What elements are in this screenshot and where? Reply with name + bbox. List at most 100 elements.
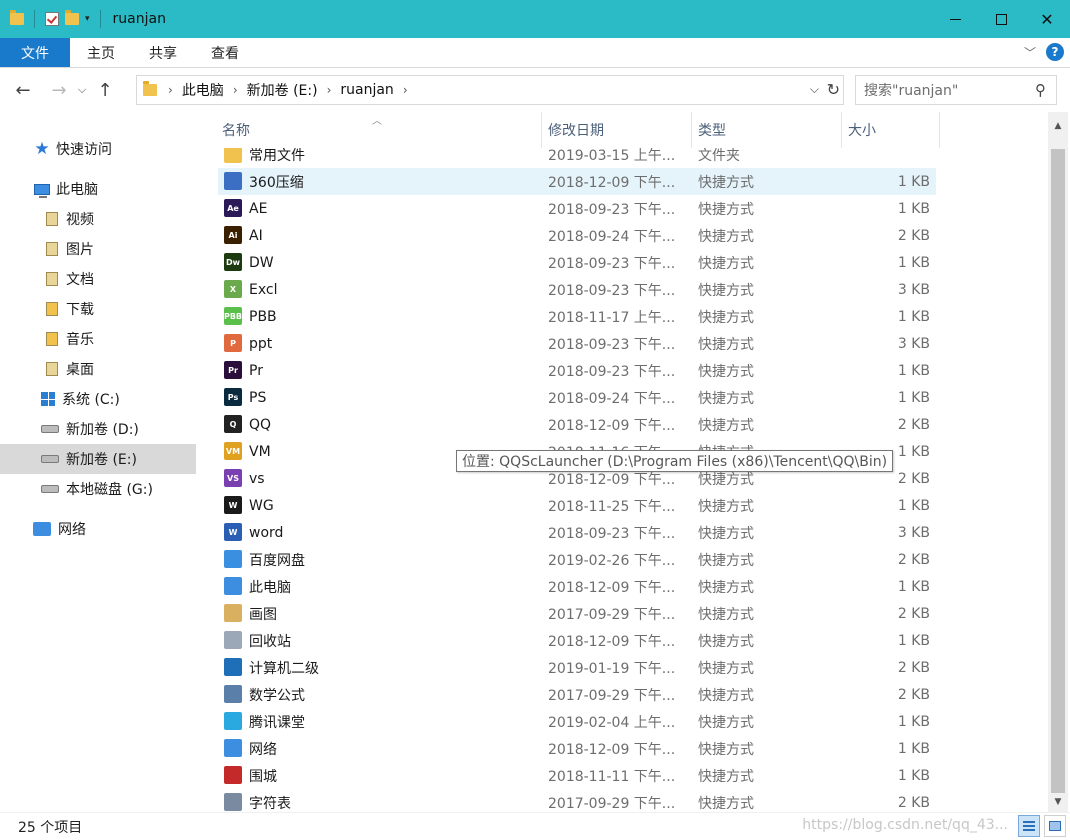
file-type: 快捷方式 [698, 795, 754, 812]
vertical-scrollbar[interactable]: ▲ ▼ [1048, 112, 1068, 812]
nav-quick-access[interactable]: ★ 快速访问 [0, 134, 196, 164]
tab-file[interactable]: 文件 [0, 38, 70, 67]
file-row[interactable]: Wword 2018-09-23 下午... 快捷方式 3 KB [218, 519, 936, 546]
folder-icon [143, 81, 157, 96]
nav-pictures[interactable]: 图片 [0, 234, 196, 264]
file-type: 快捷方式 [698, 498, 754, 515]
address-bar[interactable]: › 此电脑 › 新加卷 (E:) › ruanjan › ⌵ ↻ [136, 75, 844, 105]
nav-drive-e[interactable]: 新加卷 (E:) [0, 444, 196, 474]
file-date: 2019-02-04 上午... [548, 714, 676, 731]
breadcrumb-separator-icon[interactable]: › [322, 83, 337, 97]
breadcrumb-separator-icon[interactable]: › [163, 83, 178, 97]
refresh-icon[interactable]: ↻ [827, 80, 840, 99]
file-size: 3 KB [897, 335, 930, 352]
column-type[interactable]: 类型 [692, 112, 842, 148]
file-size: 1 KB [897, 632, 930, 649]
star-icon: ★ [34, 139, 50, 159]
ai-icon: Ai [224, 226, 242, 244]
recent-locations-button[interactable]: ⌵ [72, 75, 92, 105]
file-row[interactable]: 此电脑 2018-12-09 下午... 快捷方式 1 KB [218, 573, 936, 600]
breadcrumb-this-pc[interactable]: 此电脑 [178, 80, 228, 100]
file-row[interactable]: 数学公式 2017-09-29 下午... 快捷方式 2 KB [218, 681, 936, 708]
file-row[interactable]: 360压缩 2018-12-09 下午... 快捷方式 1 KB [218, 168, 936, 195]
file-row[interactable]: X Excl 2018-09-23 下午... 快捷方式 3 KB [218, 276, 936, 303]
minimize-button[interactable] [932, 0, 978, 38]
nav-music[interactable]: 音乐 [0, 324, 196, 354]
close-button[interactable]: ✕ [1024, 0, 1070, 38]
scroll-down-icon[interactable]: ▼ [1048, 792, 1068, 812]
search-icon[interactable]: ⚲ [1035, 81, 1046, 99]
drive-icon [40, 481, 60, 497]
tab-view[interactable]: 查看 [194, 38, 256, 67]
file-size: 3 KB [897, 281, 930, 298]
details-view-button[interactable] [1018, 815, 1040, 837]
forward-button[interactable]: → [46, 75, 72, 105]
file-row[interactable]: 回收站 2018-12-09 下午... 快捷方式 1 KB [218, 627, 936, 654]
file-row[interactable]: Ai AI 2018-09-24 下午... 快捷方式 2 KB [218, 222, 936, 249]
breadcrumb-ruanjan[interactable]: ruanjan [336, 82, 397, 98]
file-size: 2 KB [897, 416, 930, 433]
maximize-button[interactable] [978, 0, 1024, 38]
charmap-icon [224, 793, 242, 811]
back-button[interactable]: ← [10, 75, 36, 105]
file-size: 2 KB [897, 227, 930, 244]
nav-desktop[interactable]: 桌面 [0, 354, 196, 384]
nav-drive-g[interactable]: 本地磁盘 (G:) [0, 474, 196, 504]
video-library-icon [44, 211, 60, 227]
new-folder-icon[interactable] [65, 10, 79, 25]
file-row[interactable]: PBB PBB 2018-11-17 上午... 快捷方式 1 KB [218, 303, 936, 330]
expand-ribbon-icon[interactable]: ﹀ [1024, 44, 1036, 61]
breadcrumb-drive-e[interactable]: 新加卷 (E:) [243, 80, 322, 100]
nav-documents[interactable]: 文档 [0, 264, 196, 294]
file-row[interactable]: Ae AE 2018-09-23 下午... 快捷方式 1 KB [218, 195, 936, 222]
file-row[interactable]: 网络 2018-12-09 下午... 快捷方式 1 KB [218, 735, 936, 762]
help-icon[interactable]: ? [1046, 43, 1064, 61]
file-row[interactable]: 腾讯课堂 2019-02-04 上午... 快捷方式 1 KB [218, 708, 936, 735]
file-row[interactable]: Ps PS 2018-09-24 下午... 快捷方式 1 KB [218, 384, 936, 411]
music-icon [44, 331, 60, 347]
file-name: Excl [249, 281, 278, 298]
nav-drive-d[interactable]: 新加卷 (D:) [0, 414, 196, 444]
tab-share[interactable]: 共享 [132, 38, 194, 67]
file-row[interactable]: 画图 2017-09-29 下午... 快捷方式 2 KB [218, 600, 936, 627]
file-row[interactable]: Q QQ 2018-12-09 下午... 快捷方式 2 KB [218, 411, 936, 438]
file-name: PS [249, 389, 267, 406]
file-row[interactable]: 百度网盘 2019-02-26 下午... 快捷方式 2 KB [218, 546, 936, 573]
column-date[interactable]: 修改日期 [542, 112, 692, 148]
vm-icon: VM [224, 442, 242, 460]
file-list: 常用文件 2019-03-15 上午... 文件夹 360压缩 2018-12-09 下… [216, 148, 940, 812]
file-row[interactable]: W WG 2018-11-25 下午... 快捷方式 1 KB [218, 492, 936, 519]
scroll-up-icon[interactable]: ▲ [1048, 116, 1068, 136]
address-dropdown-icon[interactable]: ⌵ [810, 82, 819, 97]
up-button[interactable]: ↑ [92, 75, 118, 105]
breadcrumb-separator-icon[interactable]: › [398, 83, 413, 97]
scrollbar-thumb[interactable] [1051, 149, 1065, 793]
nav-downloads[interactable]: 下载 [0, 294, 196, 324]
nav-network[interactable]: 网络 [0, 514, 196, 544]
nav-label: 下载 [66, 302, 94, 318]
file-row[interactable]: Pppt 2018-09-23 下午... 快捷方式 3 KB [218, 330, 936, 357]
breadcrumb-separator-icon[interactable]: › [228, 83, 243, 97]
folder-row[interactable]: 常用文件 2019-03-15 上午... 文件夹 [218, 148, 936, 168]
window-title: ruanjan [112, 11, 166, 27]
file-row[interactable]: 围城 2018-11-11 下午... 快捷方式 1 KB [218, 762, 936, 789]
tab-home[interactable]: 主页 [70, 38, 132, 67]
paint-icon [224, 604, 242, 622]
column-size[interactable]: 大小 [842, 112, 940, 148]
file-row[interactable]: 字符表 2017-09-29 下午... 快捷方式 2 KB [218, 789, 936, 812]
large-icons-view-button[interactable] [1044, 815, 1066, 837]
nav-this-pc[interactable]: 此电脑 [0, 174, 196, 204]
nav-drive-c[interactable]: 系统 (C:) [0, 384, 196, 414]
file-row[interactable]: Pr Pr 2018-09-23 下午... 快捷方式 1 KB [218, 357, 936, 384]
file-row[interactable]: Dw DW 2018-09-23 下午... 快捷方式 1 KB [218, 249, 936, 276]
file-size: 1 KB [897, 767, 930, 784]
customize-toolbar-icon[interactable]: ▾ [85, 14, 90, 24]
search-input[interactable]: 搜索"ruanjan" ⚲ [855, 75, 1057, 105]
properties-icon[interactable] [45, 12, 59, 26]
column-name[interactable]: 名称 [216, 112, 542, 148]
address-row: ← → ⌵ ↑ › 此电脑 › 新加卷 (E:) › ruanjan › ⌵ ↻… [0, 68, 1070, 112]
nav-videos[interactable]: 视频 [0, 204, 196, 234]
file-row[interactable]: 计算机二级 2019-01-19 下午... 快捷方式 2 KB [218, 654, 936, 681]
download-icon [44, 301, 60, 317]
excel-icon: X [224, 280, 242, 298]
